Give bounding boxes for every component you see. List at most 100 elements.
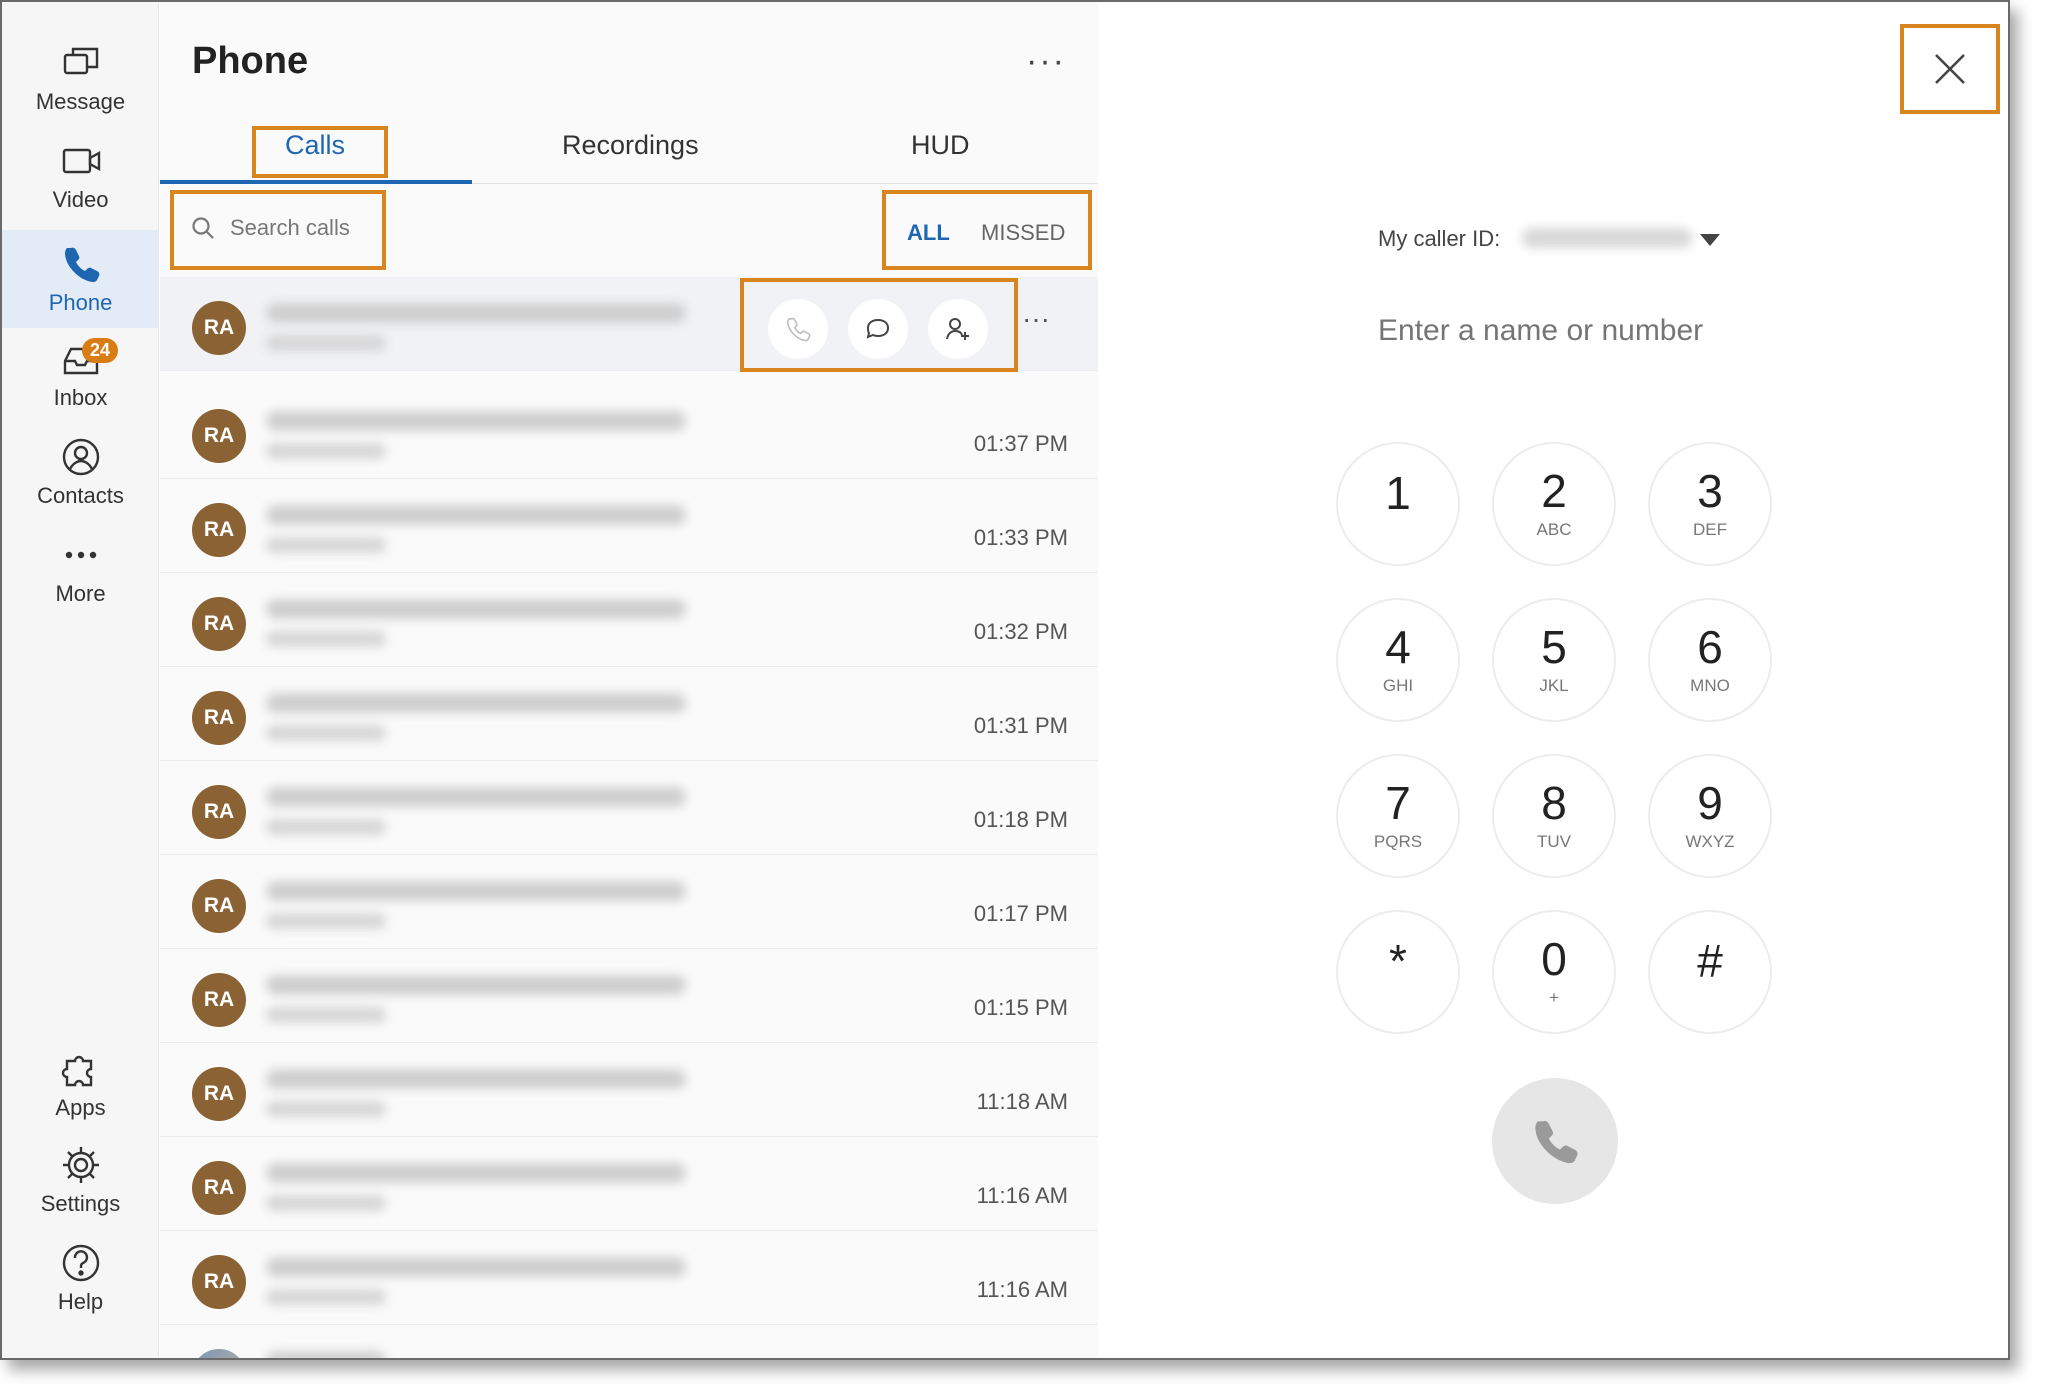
key-letters: PQRS bbox=[1373, 832, 1423, 851]
key-digit: 3 bbox=[1697, 465, 1723, 517]
call-row[interactable]: RA 01:17 PM bbox=[160, 855, 1098, 949]
key-letters: ABC bbox=[1536, 520, 1572, 539]
call-row[interactable]: RA 11:16 AM bbox=[160, 1231, 1098, 1325]
dial-key-9[interactable]: 9 WXYZ bbox=[1648, 754, 1772, 878]
call-row[interactable]: RA 01:31 PM bbox=[160, 667, 1098, 761]
row-actions-highlight bbox=[740, 278, 1018, 372]
nav-item-message[interactable]: Message bbox=[2, 32, 159, 124]
chevron-down-icon[interactable] bbox=[1700, 234, 1720, 246]
avatar: RA bbox=[192, 691, 246, 745]
close-button[interactable] bbox=[1900, 24, 2000, 114]
call-button[interactable] bbox=[1492, 1078, 1618, 1204]
nav-label-inbox: Inbox bbox=[53, 385, 108, 410]
row-more-button[interactable]: ··· bbox=[1022, 303, 1050, 335]
caller-name-redacted bbox=[266, 1069, 686, 1089]
nav-item-inbox[interactable]: 24 Inbox bbox=[2, 328, 159, 420]
tab-recordings[interactable]: Recordings bbox=[562, 130, 699, 161]
message-icon bbox=[63, 47, 98, 75]
key-digit: 6 bbox=[1697, 621, 1723, 673]
nav-item-apps[interactable]: Apps bbox=[2, 1038, 159, 1130]
caller-name-redacted bbox=[266, 303, 686, 323]
key-digit: 2 bbox=[1541, 465, 1567, 517]
call-time: 01:18 PM bbox=[973, 807, 1068, 832]
nav-item-more[interactable]: More bbox=[2, 524, 159, 616]
caller-number-redacted bbox=[266, 1289, 386, 1305]
caller-number-redacted bbox=[266, 537, 386, 553]
nav-label-settings: Settings bbox=[40, 1191, 121, 1216]
nav-label-video: Video bbox=[52, 187, 109, 212]
dial-key-3[interactable]: 3 DEF bbox=[1648, 442, 1772, 566]
dial-key-1[interactable]: 1 bbox=[1336, 442, 1460, 566]
dial-key-7[interactable]: 7 PQRS bbox=[1336, 754, 1460, 878]
key-letters: JKL bbox=[1539, 676, 1569, 695]
close-icon bbox=[1935, 54, 1965, 84]
avatar: RA bbox=[192, 301, 246, 355]
call-row[interactable]: RA 01:15 PM bbox=[160, 949, 1098, 1043]
caller-number-redacted bbox=[266, 1007, 386, 1023]
call-time: 01:17 PM bbox=[973, 901, 1068, 926]
call-time: 01:37 PM bbox=[973, 431, 1068, 456]
call-row[interactable]: RA 01:37 PM bbox=[160, 385, 1098, 479]
caller-name-redacted bbox=[266, 1163, 686, 1183]
dial-key-hash[interactable]: # bbox=[1648, 910, 1772, 1034]
nav-label-more: More bbox=[55, 581, 106, 606]
call-time: 11:16 AM bbox=[976, 1277, 1068, 1302]
phone-icon bbox=[1535, 1120, 1578, 1164]
nav-label-contacts: Contacts bbox=[37, 483, 124, 508]
dial-key-8[interactable]: 8 TUV bbox=[1492, 754, 1616, 878]
caller-number-redacted bbox=[266, 1195, 386, 1211]
nav-item-phone[interactable]: Phone bbox=[2, 230, 159, 328]
settings-icon bbox=[62, 1147, 99, 1183]
caller-name-redacted bbox=[266, 411, 686, 431]
call-row[interactable]: RA 01:32 PM bbox=[160, 573, 1098, 667]
nav-item-help[interactable]: Help bbox=[2, 1232, 159, 1324]
caller-name-redacted bbox=[266, 693, 686, 713]
panel-more-button[interactable]: ··· bbox=[1026, 42, 1066, 81]
call-time: 01:32 PM bbox=[973, 619, 1068, 644]
number-input[interactable] bbox=[1378, 314, 1798, 348]
caller-name-redacted bbox=[266, 505, 686, 525]
key-letters: WXYZ bbox=[1685, 832, 1735, 851]
caller-name-redacted bbox=[266, 787, 686, 807]
key-digit: 8 bbox=[1541, 777, 1567, 829]
key-digit: 7 bbox=[1385, 777, 1411, 829]
caller-id-value-redacted[interactable] bbox=[1522, 228, 1692, 248]
avatar: RA bbox=[192, 409, 246, 463]
caller-number-redacted bbox=[266, 335, 386, 351]
key-digit: 4 bbox=[1385, 621, 1411, 673]
video-icon bbox=[62, 148, 100, 174]
key-letters: DEF bbox=[1693, 520, 1727, 539]
contacts-icon bbox=[62, 438, 99, 476]
call-row[interactable]: RA 11:16 AM bbox=[160, 1137, 1098, 1231]
dial-key-6[interactable]: 6 MNO bbox=[1648, 598, 1772, 722]
left-nav: Message Video Phone 24 Inbox Contacts Mo… bbox=[2, 2, 159, 1358]
dial-key-2[interactable]: 2 ABC bbox=[1492, 442, 1616, 566]
dialer-panel: My caller ID: 1 2 ABC 3 DEF 4 GHI 5 JKL 6 MNO… bbox=[1098, 2, 2008, 1358]
call-row[interactable] bbox=[160, 1325, 1098, 1358]
nav-item-settings[interactable]: Settings bbox=[2, 1134, 159, 1226]
key-digit: # bbox=[1697, 934, 1723, 987]
calls-panel: Phone ··· Calls Recordings HUD Search ca… bbox=[160, 2, 1098, 1358]
avatar: RA bbox=[192, 1067, 246, 1121]
app-window: Message Video Phone 24 Inbox Contacts Mo… bbox=[0, 0, 2010, 1360]
avatar: RA bbox=[192, 785, 246, 839]
dial-key-0[interactable]: 0 + bbox=[1492, 910, 1616, 1034]
avatar: RA bbox=[192, 503, 246, 557]
call-row[interactable]: RA 01:18 PM bbox=[160, 761, 1098, 855]
dial-key-4[interactable]: 4 GHI bbox=[1336, 598, 1460, 722]
caller-name-redacted bbox=[266, 599, 686, 619]
caller-name-redacted bbox=[266, 1351, 386, 1358]
dial-key-5[interactable]: 5 JKL bbox=[1492, 598, 1616, 722]
caller-number-redacted bbox=[266, 819, 386, 835]
call-row[interactable]: RA 01:33 PM bbox=[160, 479, 1098, 573]
nav-label-apps: Apps bbox=[55, 1095, 106, 1120]
key-letters: GHI bbox=[1382, 676, 1414, 695]
dial-key-star[interactable]: * bbox=[1336, 910, 1460, 1034]
nav-item-contacts[interactable]: Contacts bbox=[2, 426, 159, 518]
nav-item-video[interactable]: Video bbox=[2, 130, 159, 222]
search-highlight bbox=[170, 190, 386, 270]
call-row[interactable]: RA 11:18 AM bbox=[160, 1043, 1098, 1137]
avatar bbox=[192, 1349, 246, 1358]
tab-hud[interactable]: HUD bbox=[911, 130, 970, 161]
call-time: 11:18 AM bbox=[976, 1089, 1068, 1114]
